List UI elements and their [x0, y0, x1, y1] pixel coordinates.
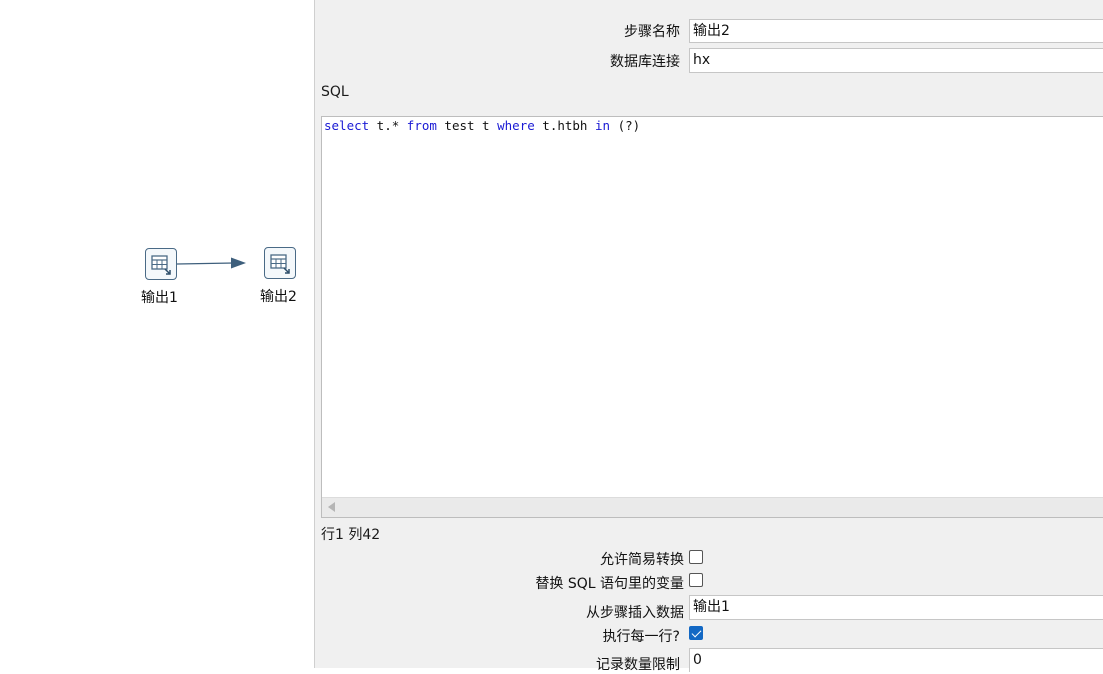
execute-each-row-checkbox[interactable] [689, 626, 703, 640]
hop-arrow[interactable] [0, 0, 314, 668]
table-output-icon[interactable] [264, 247, 296, 279]
replace-variables-checkbox[interactable] [689, 573, 703, 587]
execute-each-row-label: 执行每一行? [602, 629, 680, 645]
sql-keyword: where [497, 118, 535, 133]
table-output-icon[interactable] [145, 248, 177, 280]
connection-select[interactable]: hx [689, 48, 1103, 73]
step-name-label: 步骤名称 [624, 24, 680, 40]
sql-text: t.htbh [534, 118, 595, 133]
sql-text: (?) [610, 118, 641, 133]
step-label: 输出1 [141, 290, 178, 306]
step-label: 输出2 [260, 289, 297, 305]
lazy-conversion-label: 允许简易转换 [600, 552, 684, 568]
replace-variables-label: 替换 SQL 语句里的变量 [535, 576, 684, 592]
scroll-left-icon[interactable] [328, 502, 335, 512]
connection-label: 数据库连接 [610, 54, 680, 70]
sql-keyword: in [594, 118, 611, 133]
sql-text: t.* [369, 118, 407, 133]
insert-from-step-select[interactable]: 输出1 [689, 595, 1103, 620]
sql-text: test t [436, 118, 498, 133]
insert-from-step-label: 从步骤插入数据 [586, 605, 684, 621]
limit-label: 记录数量限制 [596, 657, 680, 673]
sql-code-text[interactable]: select t.* from test t where t.htbh in (… [324, 118, 640, 133]
limit-input[interactable]: 0 [689, 648, 1103, 672]
sql-label: SQL [321, 84, 349, 100]
sql-keyword: from [406, 118, 437, 133]
sql-keyword: select [324, 118, 370, 133]
sql-editor[interactable]: select t.* from test t where t.htbh in (… [321, 116, 1103, 518]
step-name-input[interactable]: 输出2 [689, 19, 1103, 43]
lazy-conversion-checkbox[interactable] [689, 550, 703, 564]
horizontal-scrollbar[interactable] [322, 497, 1103, 517]
transformation-canvas[interactable]: 输出1 输出2 [0, 0, 314, 668]
execute-sql-dialog: 步骤名称 输出2 数据库连接 hx SQL select t.* from te… [314, 0, 1103, 673]
cursor-position: 行1 列42 [321, 527, 381, 543]
